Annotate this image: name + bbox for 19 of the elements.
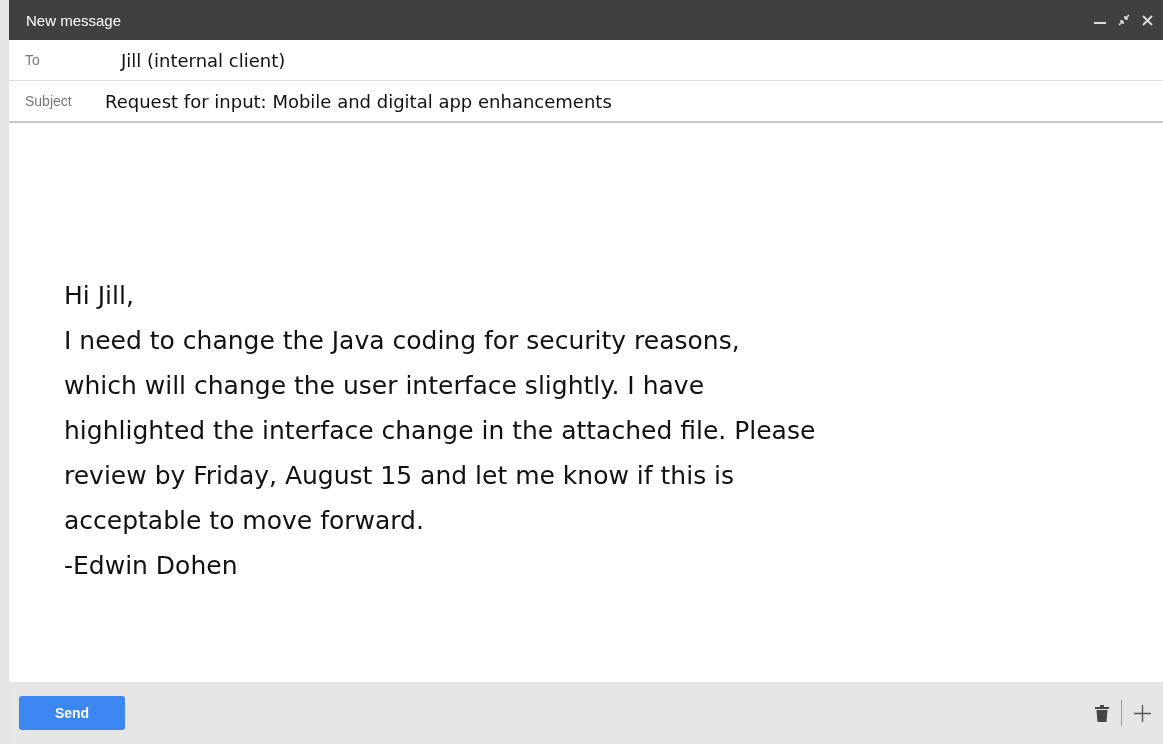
window-title: New message: [26, 11, 122, 29]
trash-icon[interactable]: [1095, 704, 1109, 722]
message-line: -Edwin Dohen: [64, 550, 239, 582]
close-icon[interactable]: [1142, 14, 1153, 26]
subject-value: Request for input: Mobile and digital app enhancements: [105, 90, 612, 112]
message-line: which will change the user interface slightly. I have: [64, 370, 705, 402]
subject-field[interactable]: Subject Request for input: Mobile and digital app enhancements: [9, 81, 1163, 123]
field-label: Subject: [25, 93, 73, 109]
send-button[interactable]: Send: [19, 696, 125, 730]
field-label: To: [25, 52, 41, 68]
message-line: review by Friday, August 15 and let me know if this is: [64, 460, 736, 492]
plus-icon[interactable]: [1134, 704, 1151, 722]
message-line: highlighted the interface change in the attached file. Please: [64, 415, 817, 447]
collapse-icon[interactable]: [1118, 14, 1130, 26]
message-line: acceptable to move forward.: [64, 505, 425, 537]
recipient-value: Jill (internal client): [121, 49, 286, 71]
message-line: Hi Jill,: [64, 280, 135, 312]
recipient-field[interactable]: To Jill (internal client): [9, 40, 1163, 81]
message-line: I need to change the Java coding for security reasons,: [64, 325, 741, 357]
